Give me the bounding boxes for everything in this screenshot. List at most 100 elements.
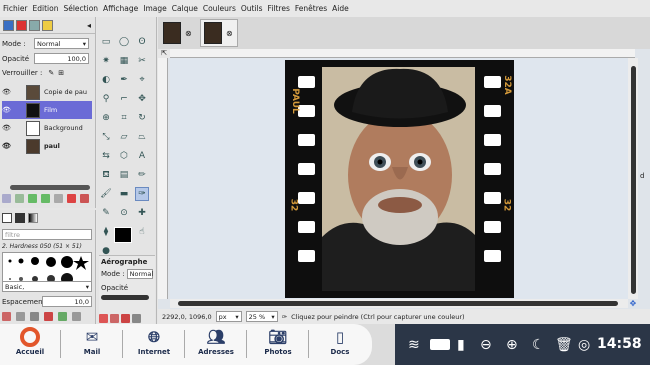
undo-tab-icon[interactable] <box>42 19 53 31</box>
menu-image[interactable]: Image <box>143 4 167 13</box>
free-select-icon[interactable]: ʘ <box>135 35 149 49</box>
night-mode-icon[interactable]: ☾ <box>532 324 545 365</box>
eye-icon[interactable]: 👁 <box>2 106 11 114</box>
layer-group-icon[interactable] <box>15 194 24 203</box>
zoom-icon[interactable]: ⚲ <box>99 92 113 106</box>
raise-layer-icon[interactable] <box>28 194 37 203</box>
horizontal-scroll-thumb[interactable] <box>178 301 618 306</box>
delete-layer-icon[interactable] <box>80 194 89 203</box>
mode-select[interactable]: Normal ▾ <box>34 38 89 49</box>
foreground-select-icon[interactable]: ◐ <box>99 73 113 87</box>
navigate-icon[interactable]: ✥ <box>628 299 638 309</box>
taskbar-internet[interactable]: 🌐︎ Internet <box>126 326 182 362</box>
menu-view[interactable]: Affichage <box>103 4 138 13</box>
pointer-origin-icon[interactable]: ⇱ <box>158 49 170 58</box>
wifi-icon[interactable]: ≋ <box>408 324 420 365</box>
layers-scrollbar[interactable] <box>10 185 90 190</box>
rotate-icon[interactable]: ↻ <box>135 111 149 125</box>
menu-filters[interactable]: Filtres <box>268 4 290 13</box>
ink-icon[interactable]: ✎ <box>99 206 113 220</box>
menu-windows[interactable]: Fenêtres <box>295 4 327 13</box>
image-tab-active[interactable]: ⊗ <box>200 19 238 47</box>
menu-select[interactable]: Sélection <box>63 4 98 13</box>
image-tab[interactable]: ⊗ <box>160 19 198 47</box>
eye-icon[interactable]: 👁 <box>2 124 11 132</box>
airbrush-icon[interactable]: ✑ <box>135 187 149 201</box>
menu-file[interactable]: Fichier <box>3 4 28 13</box>
align-icon[interactable]: ⊕ <box>99 111 113 125</box>
taskbar-photos[interactable]: 📷︎ Photos <box>250 326 306 362</box>
paths-icon[interactable]: ✒ <box>117 73 131 87</box>
menu-edit[interactable]: Edition <box>33 4 59 13</box>
opacity-field[interactable]: 100,0 <box>34 53 89 64</box>
scale-icon[interactable]: ⤡ <box>99 130 113 144</box>
horizontal-scrollbar[interactable] <box>170 299 628 308</box>
zoom-select[interactable]: 25 % ▾ <box>245 311 278 322</box>
save-options-icon[interactable] <box>99 314 108 323</box>
menu-tools[interactable]: Outils <box>241 4 263 13</box>
heal-icon[interactable]: ✚ <box>135 206 149 220</box>
layer-row[interactable]: 👁 Copie de pau <box>2 83 92 101</box>
volume-down-icon[interactable]: ⊖ <box>480 324 492 365</box>
reset-options-icon[interactable] <box>132 314 141 323</box>
volume-icon[interactable]: ▮ <box>457 324 465 365</box>
new-layer-icon[interactable] <box>2 194 11 203</box>
close-icon[interactable]: ⊗ <box>226 29 233 38</box>
brush-filter-input[interactable]: filtre <box>2 229 92 240</box>
shear-icon[interactable]: ▱ <box>117 130 131 144</box>
new-brush-icon[interactable] <box>16 312 25 321</box>
menu-layer[interactable]: Calque <box>172 4 198 13</box>
paths-tab-icon[interactable] <box>29 19 40 31</box>
brushes-tab-icon[interactable] <box>2 213 12 223</box>
eraser-icon[interactable]: ▬ <box>117 187 131 201</box>
dock-menu-icon[interactable]: ◂ <box>87 21 91 30</box>
blend-icon[interactable]: ▤ <box>117 168 131 182</box>
taskbar-mail[interactable]: ✉ Mail <box>64 326 120 362</box>
ellipse-select-icon[interactable]: ◯ <box>117 35 131 49</box>
brush-settings-icon[interactable] <box>72 312 81 321</box>
taskbar-docs[interactable]: ▯ Docs <box>312 326 368 362</box>
duplicate-layer-icon[interactable] <box>54 194 63 203</box>
foreground-color-swatch[interactable] <box>114 227 132 243</box>
anchor-icon[interactable] <box>67 194 76 203</box>
clone-icon[interactable]: ⊙ <box>117 206 131 220</box>
pencil-icon[interactable]: ✏ <box>135 168 149 182</box>
lower-layer-icon[interactable] <box>41 194 50 203</box>
close-icon[interactable]: ⊗ <box>185 29 192 38</box>
brush-lock-icon[interactable]: ✎ <box>48 69 54 77</box>
crop-icon[interactable]: ⌗ <box>117 111 131 125</box>
delete-brush-icon[interactable] <box>44 312 53 321</box>
perspective-clone-icon[interactable]: ⧫ <box>99 225 113 239</box>
eye-icon[interactable]: 👁 <box>2 88 11 96</box>
volume-up-icon[interactable]: ⊕ <box>506 324 518 365</box>
menu-colors[interactable]: Couleurs <box>203 4 236 13</box>
vertical-scrollbar[interactable] <box>628 58 638 299</box>
brush-preset-select[interactable]: Basic, ▾ <box>2 281 92 292</box>
fuzzy-select-icon[interactable]: ✷ <box>99 54 113 68</box>
color-picker-icon[interactable]: ⌖ <box>135 73 149 87</box>
duplicate-brush-icon[interactable] <box>30 312 39 321</box>
tool-opacity-slider[interactable] <box>101 295 149 300</box>
delete-options-icon[interactable] <box>121 314 130 323</box>
patterns-tab-icon[interactable] <box>15 213 25 223</box>
layer-row[interactable]: 👁 paul <box>2 137 92 155</box>
position-lock-icon[interactable]: ⊞ <box>58 69 64 77</box>
gradients-tab-icon[interactable] <box>28 213 38 223</box>
help-lifebuoy-icon[interactable]: ◎ <box>578 324 590 365</box>
smudge-icon[interactable]: ☝ <box>135 225 149 239</box>
perspective-icon[interactable]: ⏢ <box>135 130 149 144</box>
spacing-field[interactable]: 10,0 <box>42 296 92 307</box>
scissors-icon[interactable]: ✂ <box>135 54 149 68</box>
cage-icon[interactable]: ⬡ <box>117 149 131 163</box>
move-icon[interactable]: ✥ <box>135 92 149 106</box>
tool-mode-select[interactable]: Normal <box>126 269 153 279</box>
unit-select[interactable]: px ▾ <box>215 311 242 322</box>
layers-tab-icon[interactable] <box>3 19 14 31</box>
bucket-fill-icon[interactable]: ⛾ <box>99 168 113 182</box>
paintbrush-icon[interactable]: 🖌 <box>99 187 113 201</box>
restore-options-icon[interactable] <box>110 314 119 323</box>
eye-icon[interactable]: 👁 <box>2 142 11 150</box>
vertical-scroll-thumb[interactable] <box>631 66 636 294</box>
taskbar-contacts[interactable]: 👥︎ Adresses <box>188 326 244 362</box>
color-select-icon[interactable]: ▦ <box>117 54 131 68</box>
